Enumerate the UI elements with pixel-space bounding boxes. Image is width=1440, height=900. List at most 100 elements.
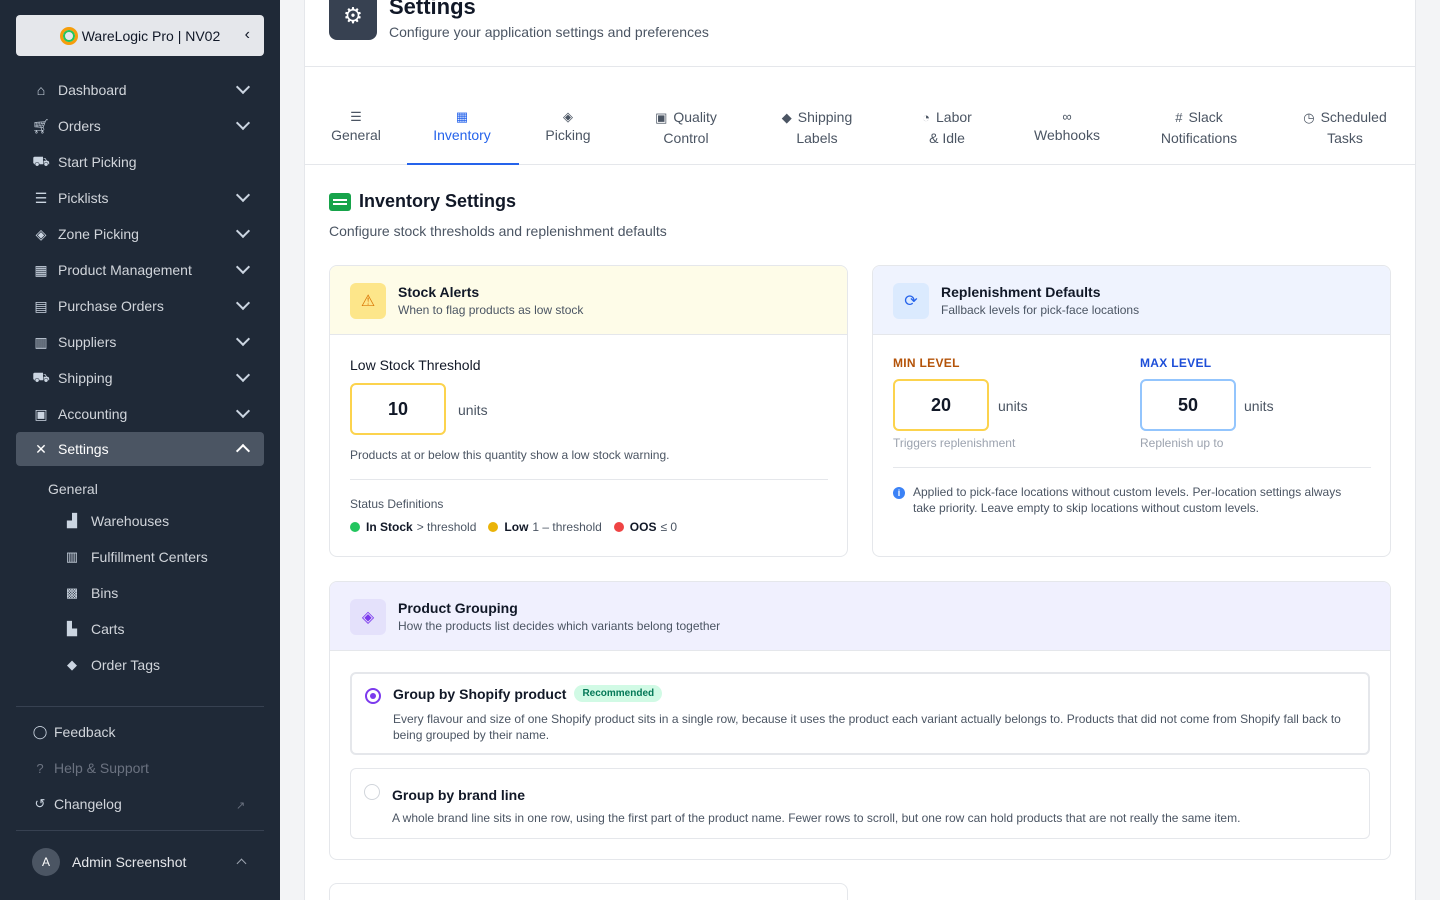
group-by-shopify-option[interactable]: Group by Shopify product Recommended Eve… <box>350 672 1370 755</box>
sub-label: Bins <box>91 585 119 601</box>
stock-alerts-card: ⚠ Stock Alerts When to flag products as … <box>329 265 848 557</box>
sliders-icon: ☰ <box>350 109 362 124</box>
user-name: Admin Screenshot <box>72 854 187 870</box>
min-level-input[interactable]: 20 <box>893 379 989 431</box>
settings-bins-link[interactable]: ▩ Bins <box>63 585 118 601</box>
chevron-down-icon <box>235 331 251 347</box>
radio-selected[interactable] <box>365 688 381 704</box>
gear-icon: ⚙ <box>329 0 377 40</box>
layers-icon: ◈ <box>563 109 573 124</box>
group-by-brand-option[interactable]: Group by brand line A whole brand line s… <box>350 768 1370 839</box>
tab-scheduled-tasks[interactable]: ◷ Scheduled Tasks <box>1295 107 1395 148</box>
tab-shipping-labels[interactable]: ◆ Shipping Labels <box>772 107 862 148</box>
tab-label-line2: Labels <box>796 130 838 146</box>
status-in-stock: In Stock > threshold <box>350 520 476 534</box>
layers-icon: ◈ <box>35 225 47 242</box>
nav-accounting[interactable]: ▣ Accounting <box>16 397 264 431</box>
settings-tabs: ☰ General ▦ Inventory ◈ Picking ▣ Quality… <box>305 67 1415 165</box>
green-dot-icon <box>350 522 360 532</box>
settings-carts-link[interactable]: ▙ Carts <box>63 621 124 637</box>
sub-label: Carts <box>91 621 125 637</box>
option-title-text: Group by Shopify product <box>393 685 567 702</box>
sub-label: Order Tags <box>91 657 160 673</box>
nav-label: Purchase Orders <box>58 298 164 314</box>
active-tab-indicator <box>407 163 519 165</box>
feedback-link[interactable]: ◯ Feedback <box>32 724 116 740</box>
status-name: In Stock <box>366 520 413 534</box>
tab-label: General <box>331 127 381 143</box>
settings-fulfillment-centers-link[interactable]: ▥ Fulfillment Centers <box>63 549 208 565</box>
option-title: Group by brand line <box>392 787 525 803</box>
nav-label: Zone Picking <box>58 226 139 242</box>
min-level-label: MIN LEVEL <box>893 356 960 370</box>
settings-warehouses-link[interactable]: ▟ Warehouses <box>63 513 169 529</box>
replenishment-info: i Applied to pick-face locations without… <box>893 484 1353 516</box>
page-header: ⚙ Settings Configure your application se… <box>305 0 1415 67</box>
tab-quality-control[interactable]: ▣ Quality Control <box>641 107 731 148</box>
nav-zone-picking[interactable]: ◈ Zone Picking <box>16 217 264 251</box>
footer-label: Changelog <box>54 796 122 812</box>
status-definitions: In Stock > threshold Low 1 – threshold O… <box>350 520 689 534</box>
max-level-input[interactable]: 50 <box>1140 379 1236 431</box>
nav-shipping[interactable]: ⛟ Shipping <box>16 361 264 395</box>
nav-suppliers[interactable]: ▥ Suppliers <box>16 325 264 359</box>
nav-start-picking[interactable]: ⛟ Start Picking <box>16 145 264 179</box>
nav-settings[interactable]: ✕ Settings <box>16 432 264 466</box>
card-title: Replenishment Defaults <box>941 284 1101 300</box>
nav-picklists[interactable]: ☰ Picklists <box>16 181 264 215</box>
status-name: OOS <box>629 520 657 534</box>
cubes-icon: ▦ <box>34 261 48 278</box>
nav-dashboard[interactable]: ⌂ Dashboard <box>16 73 264 107</box>
settings-order-tags-link[interactable]: ◆ Order Tags <box>63 657 160 673</box>
workspace-switcher[interactable]: WareLogic Pro | NV02 ‹ <box>16 15 264 56</box>
product-grouping-card: ◈ Product Grouping How the products list… <box>329 581 1391 860</box>
tab-labor-idle[interactable]: ◔ Labor & Idle <box>907 107 987 148</box>
tab-slack-notifications[interactable]: # Slack Notifications <box>1151 107 1247 148</box>
next-card <box>329 883 848 900</box>
threshold-input[interactable]: 10 <box>350 383 446 435</box>
nav-label: Accounting <box>58 406 128 422</box>
help-support-link[interactable]: ? Help & Support <box>32 760 149 776</box>
tab-picking[interactable]: ◈ Picking <box>534 107 602 145</box>
boxes-icon: ▦ <box>455 109 469 124</box>
status-oos: OOS ≤ 0 <box>613 520 678 534</box>
status-heading: Status Definitions <box>350 497 444 511</box>
user-menu[interactable]: A Admin Screenshot <box>32 848 186 876</box>
tab-webhooks[interactable]: ∞ Webhooks <box>1027 107 1107 145</box>
nav-orders[interactable]: 🛒︎ Orders <box>16 109 264 143</box>
sub-label: Warehouses <box>91 513 170 529</box>
nav-label: Start Picking <box>58 154 137 170</box>
status-rule: 1 – threshold <box>532 520 602 534</box>
card-divider <box>350 479 828 480</box>
dolly-icon: ⛟ <box>32 152 50 169</box>
footer-label: Help & Support <box>54 760 149 776</box>
radio-unselected[interactable] <box>364 784 380 800</box>
card-subtitle: Fallback levels for pick-face locations <box>941 303 1140 317</box>
info-text: Applied to pick-face locations without c… <box>913 485 1342 515</box>
chevron-down-icon <box>235 79 251 95</box>
nav-product-management[interactable]: ▦ Product Management <box>16 253 264 287</box>
max-unit: units <box>1244 398 1274 414</box>
tab-inventory[interactable]: ▦ Inventory <box>422 107 502 145</box>
card-subtitle: How the products list decides which vari… <box>398 619 721 633</box>
tag-icon: ◆ <box>781 110 792 125</box>
warehouse-icon: ▥ <box>65 549 79 564</box>
status-name: Low <box>504 520 529 534</box>
nav-label: Shipping <box>58 370 113 386</box>
nav-purchase-orders[interactable]: ▤ Purchase Orders <box>16 289 264 323</box>
tab-label: Slack <box>1188 109 1223 125</box>
settings-general-link[interactable]: General <box>48 481 98 497</box>
card-subtitle: When to flag products as low stock <box>398 303 584 317</box>
min-unit: units <box>998 398 1028 414</box>
card-header: ◈ Product Grouping How the products list… <box>330 582 1390 651</box>
chevron-up-icon[interactable] <box>236 858 247 869</box>
tab-general[interactable]: ☰ General <box>331 107 381 145</box>
footer-label: Feedback <box>54 724 116 740</box>
tab-label: Webhooks <box>1034 127 1100 143</box>
changelog-link[interactable]: ↺ Changelog <box>32 796 122 812</box>
collapse-sidebar-icon[interactable]: ‹ <box>245 26 250 44</box>
clipboard-check-icon: ▣ <box>655 110 668 125</box>
status-rule: ≤ 0 <box>660 520 678 534</box>
tab-label: Labor <box>936 109 972 125</box>
nav-label: Picklists <box>58 190 109 206</box>
